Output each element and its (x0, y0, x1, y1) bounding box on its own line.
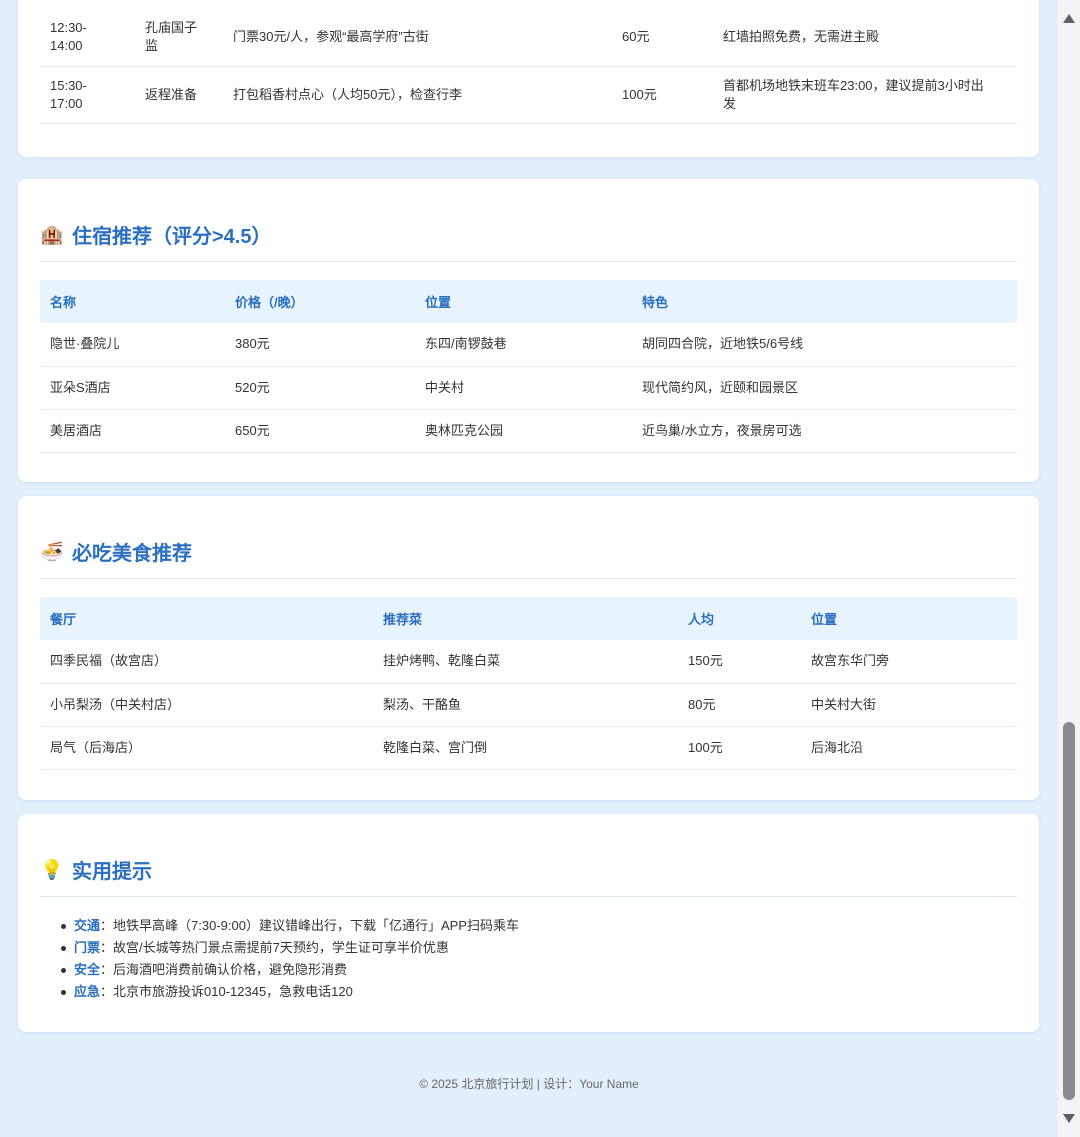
vertical-scrollbar[interactable] (1058, 0, 1080, 1137)
hotels-row: 美居酒店 650元 奥林匹克公园 近鸟巢/水立方，夜景房可选 (40, 409, 1017, 453)
hotels-header-cell: 特色 (632, 280, 1017, 323)
food-header-cell: 位置 (801, 597, 1017, 640)
hotels-title: 住宿推荐（评分>4.5） (72, 226, 272, 248)
hotels-cell: 亚朵S酒店 (40, 366, 225, 410)
tip-text: ：北京市旅游投诉010-12345，急救电话120 (100, 984, 353, 999)
food-cell: 故宫东华门旁 (801, 640, 1017, 684)
itinerary-time-cell: 12:30- 14:00 (40, 8, 135, 67)
food-row: 小吊梨汤（中关村店） 梨汤、干酪鱼 80元 中关村大街 (40, 683, 1017, 727)
itinerary-card: 12:30- 14:00 孔庙国子 监门票30元/人，参观“最高学府”古街 60元红… (18, 0, 1039, 157)
itinerary-row: 15:30- 17:00 返程准备 打包稻香村点心（人均50元），检查行李 100元首… (40, 66, 1017, 124)
scroll-down-arrow-icon[interactable] (1063, 1114, 1075, 1123)
tip-text: ：故宫/长城等热门景点需提前7天预约，学生证可享半价优惠 (100, 940, 449, 955)
tip-text: ：后海酒吧消费前确认价格，避免隐形消费 (100, 962, 348, 977)
hotels-table: 名称 价格（/晚） 位置 特色 隐世·叠院儿 380元 东四/南锣鼓巷 胡同四合院，近地铁5… (40, 280, 1017, 453)
scroll-thumb[interactable] (1063, 722, 1075, 1100)
hotels-card: 🏨 住宿推荐（评分>4.5） 名称 价格（/晚） 位置 特色 隐世·叠院儿 380元 东四… (18, 179, 1039, 482)
hotels-cell: 胡同四合院，近地铁5/6号线 (632, 323, 1017, 367)
tip-item: 应急：北京市旅游投诉010-12345，急救电话120 (61, 981, 1017, 1003)
tip-item: 交通：地铁早高峰（7:30-9:00）建议错峰出行，下载「亿通行」APP扫码乘车 (61, 915, 1017, 937)
tip-label: 门票 (74, 940, 101, 955)
hotels-cell: 近鸟巢/水立方，夜景房可选 (632, 409, 1017, 453)
food-cell: 挂炉烤鸭、乾隆白菜 (373, 640, 678, 684)
hotels-header-cell: 位置 (415, 280, 632, 323)
food-cell: 中关村大街 (801, 683, 1017, 727)
food-cell: 四季民福（故宫店） (40, 640, 373, 684)
noodle-bowl-icon: 🍜 (40, 541, 64, 563)
footer: © 2025 北京旅行计划 | 设计：Your Name (419, 1077, 639, 1091)
food-cell: 100元 (678, 726, 801, 770)
hotels-header-cell: 价格（/晚） (225, 280, 415, 323)
itinerary-note-cell: 首都机场地铁末班车23:00，建议提前3小时出 发 (713, 66, 1017, 124)
itinerary-cost-cell: 60元 (612, 8, 713, 67)
tip-item: 安全：后海酒吧消费前确认价格，避免隐形消费 (61, 959, 1017, 981)
itinerary-detail-cell: 门票30元/人，参观“最高学府”古街 (223, 8, 612, 67)
itinerary-row: 12:30- 14:00 孔庙国子 监门票30元/人，参观“最高学府”古街 60元红… (40, 8, 1017, 67)
hotels-cell: 美居酒店 (40, 409, 225, 453)
itinerary-activity-cell: 返程准备 (135, 66, 223, 124)
itinerary-activity-cell: 孔庙国子 监 (135, 8, 223, 67)
tips-card: 💡 实用提示 交通：地铁早高峰（7:30-9:00）建议错峰出行，下载「亿通行」… (18, 814, 1039, 1032)
hotel-icon: 🏨 (40, 224, 64, 246)
lightbulb-icon: 💡 (40, 859, 64, 881)
itinerary-note-cell: 红墙拍照免费，无需进主殿 (713, 8, 1017, 67)
tips-list: 交通：地铁早高峰（7:30-9:00）建议错峰出行，下载「亿通行」APP扫码乘车… (40, 915, 1017, 1003)
hotels-cell: 650元 (225, 409, 415, 453)
page: 12:30- 14:00 孔庙国子 监门票30元/人，参观“最高学府”古街 60元红… (0, 0, 1058, 1137)
food-cell: 后海北沿 (801, 726, 1017, 770)
tips-title: 实用提示 (72, 861, 152, 883)
hotels-row: 亚朵S酒店 520元 中关村 现代简约风，近颐和园景区 (40, 366, 1017, 410)
itinerary-table: 12:30- 14:00 孔庙国子 监门票30元/人，参观“最高学府”古街 60元红… (40, 8, 1017, 124)
hotels-cell: 中关村 (415, 366, 632, 410)
hotels-header-cell: 名称 (40, 280, 225, 323)
food-title: 必吃美食推荐 (72, 543, 192, 565)
food-row: 四季民福（故宫店） 挂炉烤鸭、乾隆白菜 150元 故宫东华门旁 (40, 640, 1017, 684)
food-table: 餐厅 推荐菜 人均 位置 四季民福（故宫店） 挂炉烤鸭、乾隆白菜 150元 故宫东华门旁 小吊… (40, 597, 1017, 770)
hotels-cell: 东四/南锣鼓巷 (415, 323, 632, 367)
food-card: 🍜 必吃美食推荐 餐厅 推荐菜 人均 位置 四季民福（故宫店） 挂炉烤鸭、乾隆白菜 150… (18, 496, 1039, 800)
hotels-cell: 隐世·叠院儿 (40, 323, 225, 367)
tip-text: ：地铁早高峰（7:30-9:00）建议错峰出行，下载「亿通行」APP扫码乘车 (100, 918, 519, 933)
hotels-section-title: 🏨 住宿推荐（评分>4.5） (40, 220, 1017, 262)
hotels-row: 隐世·叠院儿 380元 东四/南锣鼓巷 胡同四合院，近地铁5/6号线 (40, 323, 1017, 367)
tip-item: 门票：故宫/长城等热门景点需提前7天预约，学生证可享半价优惠 (61, 937, 1017, 959)
tip-label: 安全 (74, 962, 101, 977)
food-section-title: 🍜 必吃美食推荐 (40, 537, 1017, 579)
food-row: 局气（后海店） 乾隆白菜、宫门倒 100元 后海北沿 (40, 726, 1017, 770)
itinerary-time-cell: 15:30- 17:00 (40, 66, 135, 124)
food-cell: 局气（后海店） (40, 726, 373, 770)
hotels-cell: 奥林匹克公园 (415, 409, 632, 453)
food-cell: 80元 (678, 683, 801, 727)
tips-section-title: 💡 实用提示 (40, 855, 1017, 897)
food-header-cell: 餐厅 (40, 597, 373, 640)
tip-label: 交通 (74, 918, 101, 933)
itinerary-detail-cell: 打包稻香村点心（人均50元），检查行李 (223, 66, 612, 124)
food-cell: 150元 (678, 640, 801, 684)
hotels-cell: 现代简约风，近颐和园景区 (632, 366, 1017, 410)
hotels-cell: 520元 (225, 366, 415, 410)
tip-label: 应急 (74, 984, 101, 999)
hotels-cell: 380元 (225, 323, 415, 367)
food-header-cell: 人均 (678, 597, 801, 640)
itinerary-cost-cell: 100元 (612, 66, 713, 124)
food-cell: 梨汤、干酪鱼 (373, 683, 678, 727)
food-cell: 乾隆白菜、宫门倒 (373, 726, 678, 770)
food-cell: 小吊梨汤（中关村店） (40, 683, 373, 727)
scroll-up-arrow-icon[interactable] (1063, 14, 1075, 23)
food-header-cell: 推荐菜 (373, 597, 678, 640)
